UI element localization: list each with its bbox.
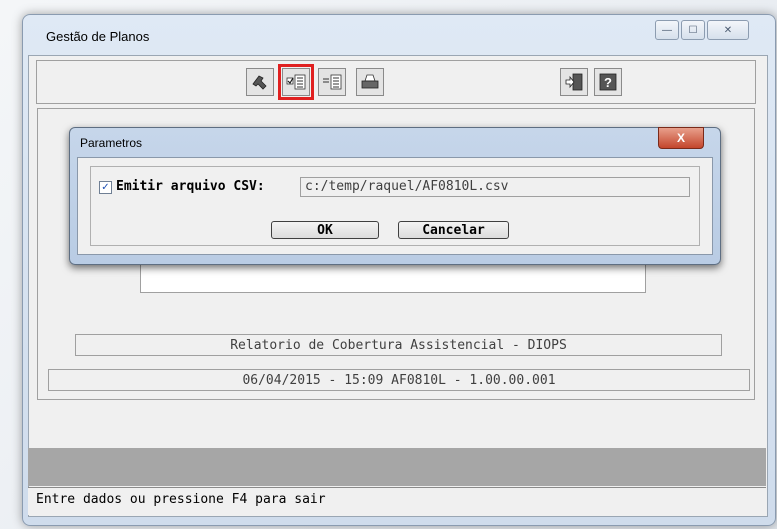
- maximize-button[interactable]: ☐: [681, 20, 705, 40]
- print-button[interactable]: [356, 68, 384, 96]
- csv-path-input[interactable]: c:/temp/raquel/AF0810L.csv: [300, 177, 690, 197]
- dialog-close-button[interactable]: X: [658, 127, 704, 149]
- tools-icon: [252, 75, 267, 90]
- toolbar: [36, 60, 756, 104]
- highlight-box: [278, 64, 314, 100]
- print-icon: [361, 74, 379, 89]
- dialog-title: Parametros: [80, 136, 143, 150]
- list-icon: [323, 74, 342, 90]
- status-text: Entre dados ou pressione F4 para sair: [36, 492, 326, 507]
- exit-door-icon: [565, 73, 583, 91]
- help-button[interactable]: ?: [594, 68, 622, 96]
- csv-checkbox[interactable]: ✓: [99, 181, 112, 194]
- tools-button[interactable]: [246, 68, 274, 96]
- report-title-field: Relatorio de Cobertura Assistencial - DI…: [75, 334, 722, 356]
- ok-button[interactable]: OK: [271, 221, 379, 239]
- exit-button[interactable]: [560, 68, 588, 96]
- gray-bar: [28, 448, 766, 486]
- svg-text:?: ?: [604, 75, 612, 90]
- window-controls: — ☐ ✕: [655, 20, 749, 40]
- help-icon: ?: [599, 73, 617, 91]
- minimize-button[interactable]: —: [655, 20, 679, 40]
- csv-checkbox-label[interactable]: Emitir arquivo CSV:: [116, 179, 265, 194]
- cancel-button[interactable]: Cancelar: [398, 221, 509, 239]
- info-line-field: 06/04/2015 - 15:09 AF0810L - 1.00.00.001: [48, 369, 750, 391]
- close-button[interactable]: ✕: [707, 20, 749, 40]
- window-title: Gestão de Planos: [46, 29, 150, 44]
- list-button[interactable]: [318, 68, 346, 96]
